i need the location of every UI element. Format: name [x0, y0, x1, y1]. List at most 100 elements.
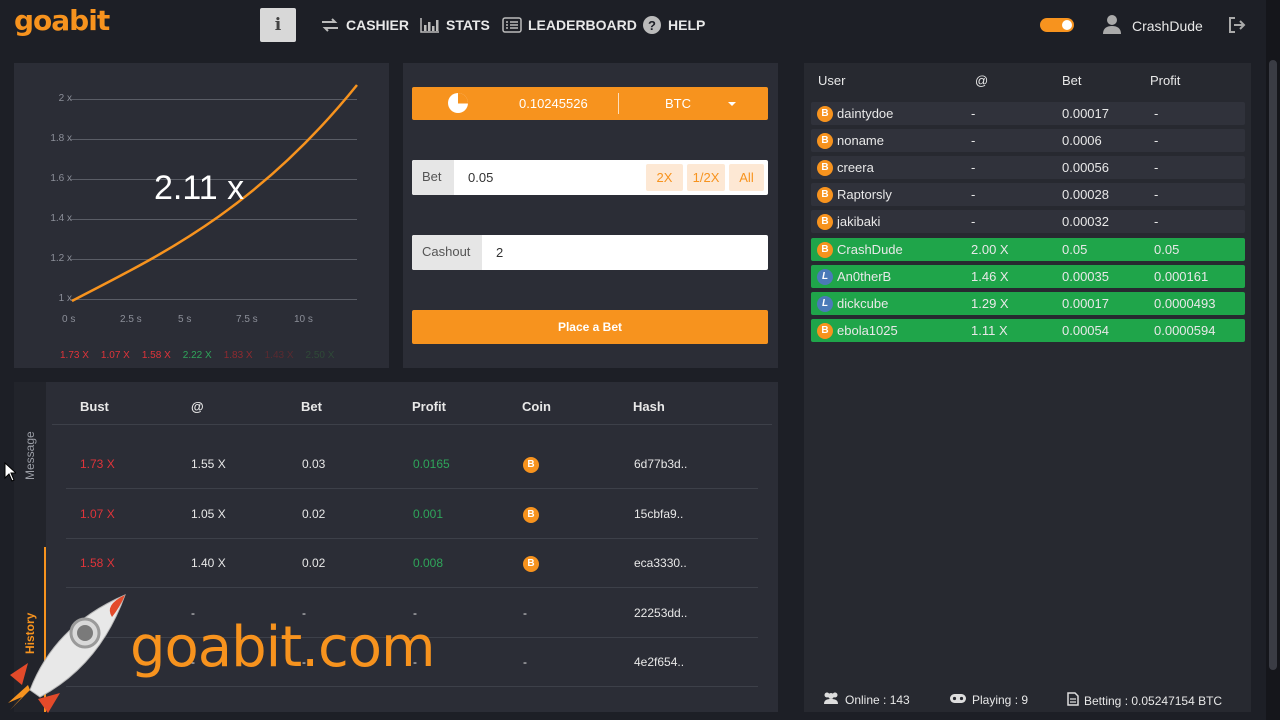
goabit-logo[interactable]: goabit	[14, 4, 110, 37]
username: CrashDude	[1132, 17, 1203, 34]
cell-hash: eca3330..	[634, 556, 687, 570]
cell-coin: -	[523, 655, 527, 669]
cell-bet: 0.02	[302, 506, 326, 521]
bitcoin-icon: B	[817, 214, 833, 231]
tab-message[interactable]: Message	[23, 431, 37, 480]
player-username[interactable]: CrashDude	[837, 242, 903, 257]
player-profit: -	[1154, 214, 1159, 230]
page-scrollbar[interactable]	[1266, 0, 1280, 720]
player-bet: 0.00017	[1062, 106, 1109, 121]
recent-bust-value[interactable]: 1.83 X	[224, 350, 253, 361]
player-username[interactable]: noname	[837, 133, 884, 148]
player-username[interactable]: ebola1025	[837, 323, 898, 338]
player-row[interactable]: B CrashDude 2.00 X 0.05 0.05	[811, 237, 1245, 261]
divider	[618, 93, 619, 114]
bitcoin-icon: B	[817, 106, 833, 122]
player-at: -	[971, 133, 976, 149]
bet-amount-input[interactable]	[468, 160, 648, 195]
player-username[interactable]: creera	[837, 160, 874, 175]
users-icon	[822, 692, 840, 707]
cell-hash: 15cbfa9..	[634, 506, 684, 521]
cell-profit: 0.008	[413, 556, 444, 570]
player-username[interactable]: jakibaki	[837, 214, 880, 229]
user-menu[interactable]: CrashDude	[1102, 14, 1203, 37]
recent-bust-value[interactable]: 1.43 X	[265, 350, 294, 361]
cashout-input[interactable]	[496, 235, 756, 270]
player-at: 2.00 X	[971, 241, 1009, 257]
players-panel: User @ Bet Profit Bdaintydoe -0.00017- Bno…	[804, 63, 1251, 712]
double-bet-button[interactable]: 2X	[646, 164, 683, 191]
player-row[interactable]: B Raptorsly - 0.00028 -	[811, 183, 1245, 207]
table-row[interactable]: 1.73 X 1.55 X 0.03 0.0165 B 6d77b3d..	[66, 439, 758, 489]
cell-profit: 0.001	[413, 506, 444, 521]
betting-total: Betting : 0.05247154 BTC	[1084, 693, 1223, 708]
rocket-icon	[8, 594, 126, 713]
litecoin-icon: L	[817, 295, 833, 312]
player-row[interactable]: L An0therB 1.46 X 0.00035 0.000161	[811, 264, 1245, 288]
player-profit: 0.0000493	[1154, 295, 1216, 311]
table-row[interactable]: 1.07 X 1.05 X 0.02 0.001 B 15cbfa9..	[66, 489, 758, 539]
recent-bust-value[interactable]: 1.73 X	[60, 350, 89, 361]
col-at: @	[191, 399, 204, 414]
recent-busts-strip: 1.73 X 1.07 X 1.58 X 2.22 X 1.83 X 1.43 X 2.50…	[60, 350, 334, 361]
player-bet: 0.00054	[1062, 322, 1109, 338]
player-username[interactable]: daintydoe	[837, 106, 893, 121]
col-bet: Bet	[1062, 73, 1082, 88]
playing-stat: Playing : 9	[949, 692, 1028, 707]
nav-stats[interactable]: STATS	[420, 14, 490, 36]
player-row[interactable]: Bdaintydoe - 0.00017 -	[811, 102, 1245, 125]
player-at: -	[971, 160, 976, 176]
player-row[interactable]: Bjakibaki - 0.00032 -	[811, 210, 1245, 234]
logout-icon[interactable]	[1228, 16, 1246, 39]
table-row[interactable]: 1.58 X 1.40 X 0.02 0.008 Beca3330..	[66, 538, 758, 588]
top-navigation-bar: goabit i CASHIER STATS LEADERBOARD ? HEL…	[0, 0, 1266, 50]
col-coin: Coin	[522, 399, 551, 414]
cell-hash: 6d77b3d..	[634, 457, 688, 471]
players-footer: Online : 143 Playing : 9 Betting : 0.052…	[804, 686, 1251, 712]
cell-coin: B	[523, 456, 539, 473]
half-bet-button[interactable]: 1/2X	[687, 164, 725, 191]
player-at: 1.46 X	[971, 268, 1009, 284]
pie-chart-icon	[447, 92, 469, 117]
bet-panel: 0.10245526 BTC Bet 2X 1/2X All Cashout P…	[403, 63, 778, 368]
player-profit: 0.0000594	[1154, 322, 1216, 338]
nav-help-label: HELP	[668, 17, 706, 33]
all-in-button[interactable]: All	[729, 164, 764, 191]
nav-leaderboard[interactable]: LEADERBOARD	[502, 14, 637, 36]
player-row[interactable]: Bcreera - 0.00056 -	[811, 156, 1245, 180]
player-username[interactable]: dickcube	[837, 296, 888, 311]
player-row[interactable]: Bnoname - 0.0006 -	[811, 129, 1245, 153]
player-username[interactable]: Raptorsly	[837, 187, 892, 202]
cashout-field-label: Cashout	[412, 235, 482, 270]
player-profit: -	[1154, 133, 1159, 149]
player-profit: -	[1154, 187, 1159, 203]
nav-cashier[interactable]: CASHIER	[320, 14, 409, 36]
player-bet: 0.0006	[1062, 133, 1102, 149]
cell-coin: B	[523, 506, 539, 523]
bitcoin-icon: B	[523, 556, 539, 572]
mouse-cursor-icon	[4, 462, 16, 482]
theme-toggle[interactable]	[1040, 18, 1074, 32]
cell-hash: 22253dd..	[634, 605, 688, 620]
player-username[interactable]: An0therB	[837, 269, 891, 284]
cell-at: 1.55 X	[191, 457, 226, 471]
recent-bust-value[interactable]: 2.22 X	[183, 350, 212, 361]
bet-field-label: Bet	[412, 160, 454, 195]
transfer-icon	[320, 17, 340, 33]
scrollbar-thumb[interactable]	[1269, 60, 1277, 670]
player-at: -	[971, 214, 976, 230]
col-bust: Bust	[80, 399, 109, 414]
nav-help[interactable]: ? HELP	[642, 14, 705, 36]
recent-bust-value[interactable]: 1.07 X	[101, 350, 130, 361]
cashout-field: Cashout	[412, 235, 768, 270]
balance-selector[interactable]: 0.10245526 BTC	[412, 87, 768, 120]
player-row[interactable]: Bebola1025 1.11 X 0.00054 0.0000594	[811, 318, 1245, 342]
recent-bust-value[interactable]: 2.50 X	[306, 350, 335, 361]
list-icon	[502, 17, 522, 33]
player-profit: 0.05	[1154, 241, 1180, 257]
place-bet-button[interactable]: Place a Bet	[412, 310, 768, 344]
player-row[interactable]: Ldickcube 1.29 X 0.00017 0.0000493	[811, 291, 1245, 315]
cell-hash: 4e2f654..	[634, 655, 685, 669]
recent-bust-value[interactable]: 1.58 X	[142, 350, 171, 361]
info-button[interactable]: i	[260, 8, 296, 42]
